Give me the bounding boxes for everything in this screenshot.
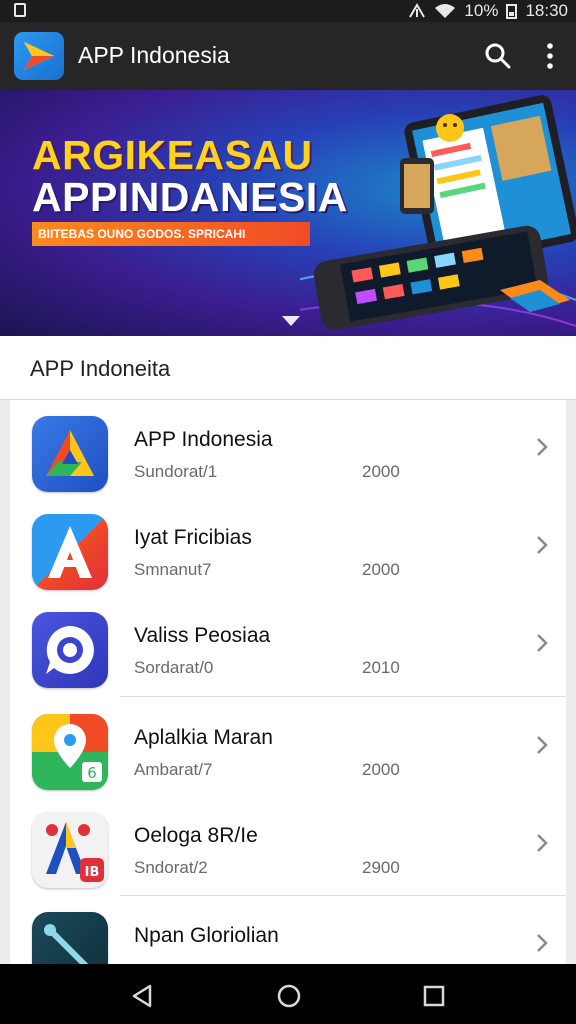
banner-headline-1: ARGIKEASAU <box>32 132 313 178</box>
app-category: Sundorat/1 <box>134 462 218 481</box>
app-name: Valiss Peosiaa <box>134 624 271 647</box>
navigation-bar <box>0 964 576 1024</box>
app-category: Sordarat/0 <box>134 658 214 677</box>
map-pin-app-icon: 6 <box>32 714 108 790</box>
chevron-right-icon <box>537 834 548 852</box>
app-category: Ambarat/7 <box>134 760 213 779</box>
app-name: Oeloga 8R/Ie <box>134 824 258 847</box>
home-icon[interactable] <box>275 982 303 1010</box>
svg-text:IB: IB <box>85 865 100 880</box>
delta-app-icon <box>32 416 108 492</box>
chat-app-icon <box>32 612 108 688</box>
list-item[interactable]: APP Indonesia Sundorat/1 2000 <box>10 400 566 498</box>
svg-text:6: 6 <box>87 764 97 782</box>
search-icon[interactable] <box>482 40 514 72</box>
app-category: Sndorat/2 <box>134 858 208 877</box>
tool-app-icon <box>32 912 108 964</box>
app-list: APP Indonesia Sundorat/1 2000 Iyat Frici… <box>10 400 566 964</box>
app-year: 2900 <box>362 858 400 877</box>
banner-headline-2: APPINDANESIA <box>32 174 348 220</box>
app-year: 2000 <box>362 760 400 779</box>
section-title: APP Indoneita <box>30 356 171 381</box>
chevron-right-icon <box>537 736 548 754</box>
list-item[interactable]: Iyat Fricibias Smnanut7 2000 <box>10 498 566 596</box>
section-header: APP Indoneita <box>0 336 576 400</box>
list-item[interactable]: Valiss Peosiaa Sordarat/0 2010 <box>10 596 566 694</box>
signal-icon <box>409 3 426 18</box>
app-category: Smnanut7 <box>134 560 212 579</box>
list-item[interactable]: Npan Gloriolian <box>10 896 566 964</box>
chevron-right-icon <box>537 536 548 554</box>
back-icon[interactable] <box>128 982 156 1010</box>
list-item[interactable]: IB Oeloga 8R/Ie Sndorat/2 2900 <box>10 796 566 894</box>
status-time: 18:30 <box>525 1 568 20</box>
app-year: 2010 <box>362 658 400 677</box>
app-bar: APP Indonesia <box>0 22 576 90</box>
status-bar: 10% 18:30 <box>0 0 576 22</box>
caret-down-icon <box>282 316 300 326</box>
app-name: APP Indonesia <box>134 428 273 451</box>
app-title: APP Indonesia <box>78 42 230 68</box>
notification-icon <box>14 3 26 17</box>
wifi-icon <box>435 4 456 18</box>
promo-banner[interactable]: ARGIKEASAU APPINDANESIA BIITEBAS OUNO GO… <box>0 90 576 336</box>
more-vert-icon[interactable] <box>540 40 560 72</box>
divider <box>120 696 566 697</box>
app-name: Npan Gloriolian <box>134 924 279 947</box>
battery-icon <box>506 3 518 19</box>
banner-tagline: BIITEBAS OUNO GODOS. SPRICAHI <box>32 222 310 246</box>
app-year: 2000 <box>362 462 400 481</box>
app-logo-icon <box>14 32 64 80</box>
app-year: 2000 <box>362 560 400 579</box>
battery-percent: 10% <box>464 1 499 20</box>
chevron-right-icon <box>537 934 548 952</box>
chevron-right-icon <box>537 634 548 652</box>
letter-a-app-icon <box>32 514 108 590</box>
recents-icon[interactable] <box>420 982 448 1010</box>
app-name: Iyat Fricibias <box>134 526 252 549</box>
app-name: Aplalkia Maran <box>134 726 273 749</box>
list-item[interactable]: 6 Aplalkia Maran Ambarat/7 2000 <box>10 698 566 796</box>
chevron-right-icon <box>537 438 548 456</box>
map-a-app-icon: IB <box>32 812 108 888</box>
